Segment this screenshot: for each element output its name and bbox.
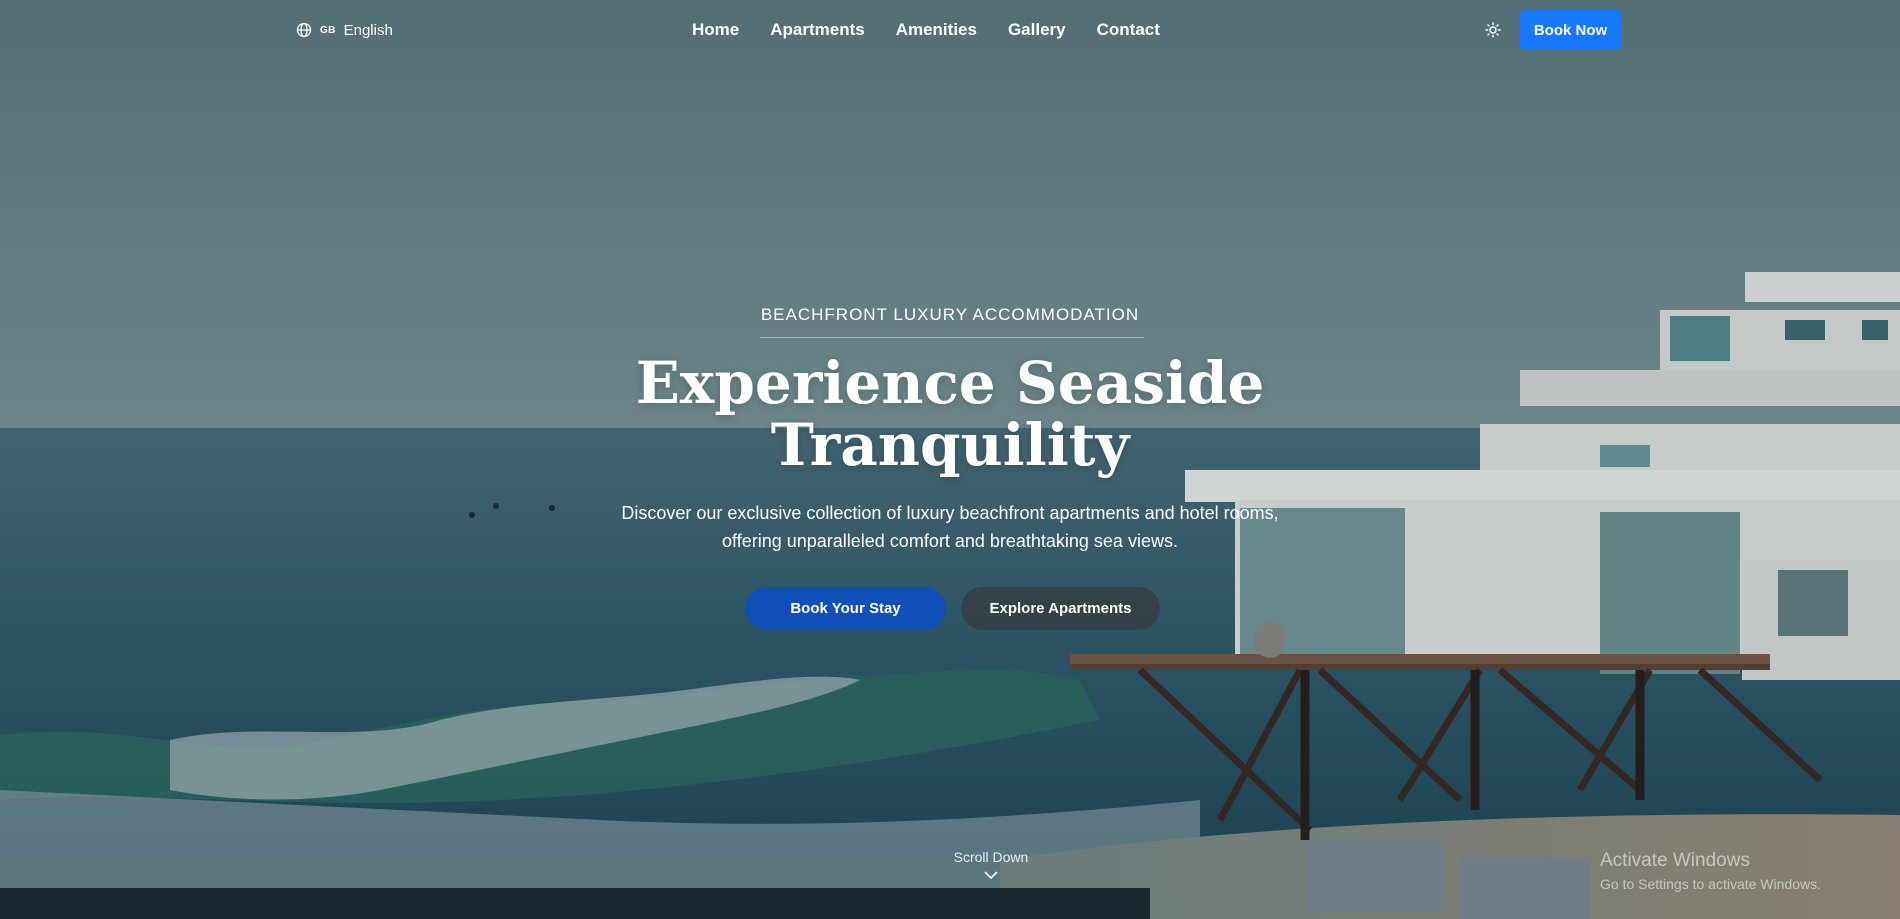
language-label: English xyxy=(343,21,393,39)
hero-description: Discover our exclusive collection of lux… xyxy=(621,503,1279,551)
main-menu: Home Apartments Amenities Gallery Contac… xyxy=(692,18,1160,42)
eyebrow-divider xyxy=(760,337,1144,338)
nav-link-contact[interactable]: Contact xyxy=(1097,18,1160,42)
nav-link-home[interactable]: Home xyxy=(692,18,739,42)
scroll-down-label: Scroll Down xyxy=(953,849,1029,865)
chevron-down-icon xyxy=(984,871,998,880)
explore-apartments-button[interactable]: Explore Apartments xyxy=(961,587,1160,630)
hero-section: GB English Home Apartments Amenities Gal… xyxy=(0,0,1900,919)
top-navigation: GB English Home Apartments Amenities Gal… xyxy=(0,0,1900,60)
language-selector[interactable]: GB English xyxy=(296,19,393,41)
scroll-down-indicator[interactable]: Scroll Down xyxy=(941,849,1041,880)
hero-eyebrow: BEACHFRONT LUXURY ACCOMMODATION xyxy=(760,305,1140,324)
hero-headline: Experience Seaside Tranquility xyxy=(0,352,1900,476)
nav-link-gallery[interactable]: Gallery xyxy=(1008,18,1066,42)
nav-link-amenities[interactable]: Amenities xyxy=(896,18,977,42)
theme-toggle-button[interactable] xyxy=(1482,19,1504,41)
windows-activation-watermark: Activate Windows Go to Settings to activ… xyxy=(1600,850,1821,892)
book-your-stay-button[interactable]: Book Your Stay xyxy=(745,587,946,630)
hero-headline-line-2: Tranquility xyxy=(770,411,1130,479)
watermark-subtitle: Go to Settings to activate Windows. xyxy=(1600,876,1821,892)
nav-link-apartments[interactable]: Apartments xyxy=(770,18,864,42)
language-flag: GB xyxy=(320,24,336,36)
sun-icon xyxy=(1485,22,1501,38)
watermark-title: Activate Windows xyxy=(1600,850,1750,871)
hero-headline-line-1: Experience Seaside xyxy=(635,349,1265,417)
globe-icon xyxy=(296,22,312,38)
book-now-button[interactable]: Book Now xyxy=(1520,10,1621,50)
